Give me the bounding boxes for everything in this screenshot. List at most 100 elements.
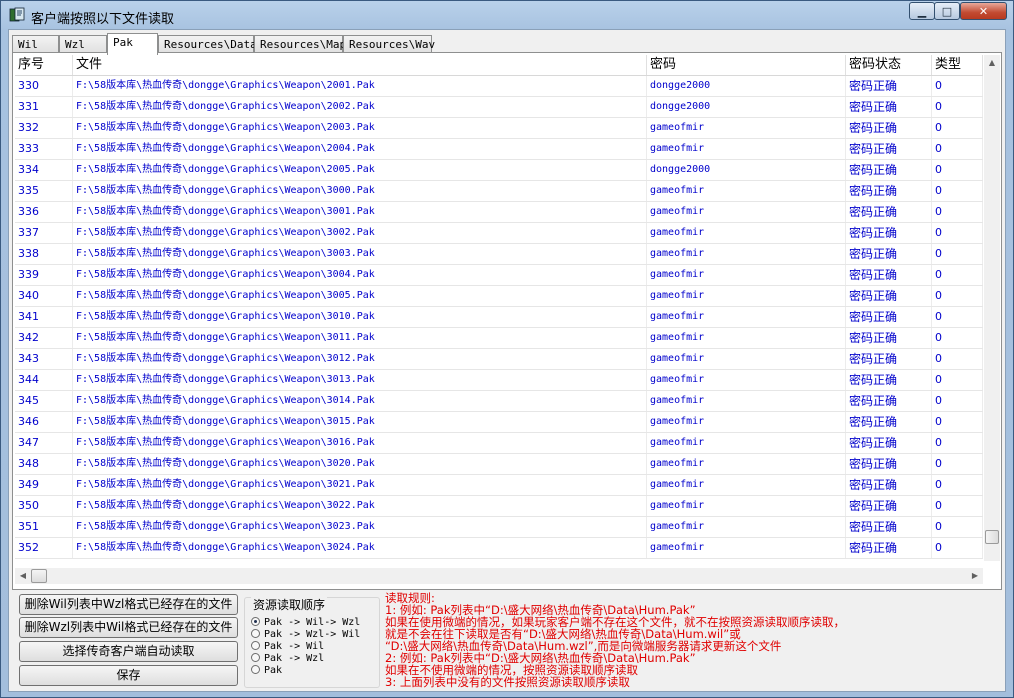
row-index: 330	[15, 76, 73, 96]
table-row[interactable]: 334 F:\58版本库\热血传奇\dongge\Graphics\Weapon\…	[15, 160, 983, 181]
column-header-type[interactable]: 类型	[932, 55, 983, 75]
row-type: 0	[932, 454, 983, 474]
scroll-left-arrow-icon[interactable]: ◀	[15, 568, 31, 584]
minimize-button[interactable]: ▁	[909, 2, 935, 20]
row-type: 0	[932, 286, 983, 306]
table-row[interactable]: 343 F:\58版本库\热血传奇\dongge\Graphics\Weapon\…	[15, 349, 983, 370]
radio-icon[interactable]	[251, 653, 260, 662]
order-option-pak-wzl[interactable]: Pak -> Wzl	[251, 653, 379, 665]
title-bar[interactable]: 客户端按照以下文件读取 ▁ □ ✕	[1, 1, 1013, 29]
radio-icon[interactable]	[251, 665, 260, 674]
radio-icon[interactable]	[251, 641, 260, 650]
row-file-path: F:\58版本库\热血传奇\dongge\Graphics\Weapon\200…	[73, 118, 647, 138]
column-header-index[interactable]: 序号	[15, 55, 73, 75]
table-row[interactable]: 348 F:\58版本库\热血传奇\dongge\Graphics\Weapon\…	[15, 454, 983, 475]
delete-wil-dupes-button[interactable]: 删除Wil列表中Wzl格式已经存在的文件	[19, 594, 238, 615]
table-row[interactable]: 346 F:\58版本库\热血传奇\dongge\Graphics\Weapon\…	[15, 412, 983, 433]
order-option-pak-wzl-wil[interactable]: Pak -> Wzl-> Wil	[251, 629, 379, 641]
tab-wil[interactable]: Wil	[12, 35, 59, 53]
table-row[interactable]: 337 F:\58版本库\热血传奇\dongge\Graphics\Weapon\…	[15, 223, 983, 244]
row-type: 0	[932, 202, 983, 222]
table-row[interactable]: 352 F:\58版本库\热血传奇\dongge\Graphics\Weapon\…	[15, 538, 983, 559]
row-file-path: F:\58版本库\热血传奇\dongge\Graphics\Weapon\302…	[73, 475, 647, 495]
row-index: 331	[15, 97, 73, 117]
table-row[interactable]: 349 F:\58版本库\热血传奇\dongge\Graphics\Weapon\…	[15, 475, 983, 496]
radio-selected-icon[interactable]	[251, 617, 260, 626]
row-password: gameofmir	[647, 496, 846, 516]
tab-pak[interactable]: Pak	[107, 33, 158, 55]
row-password-status: 密码正确	[846, 307, 932, 327]
table-row[interactable]: 339 F:\58版本库\热血传奇\dongge\Graphics\Weapon\…	[15, 265, 983, 286]
row-index: 345	[15, 391, 73, 411]
column-header-password[interactable]: 密码	[647, 55, 846, 75]
column-header-password-status[interactable]: 密码状态	[846, 55, 932, 75]
row-index: 352	[15, 538, 73, 558]
row-password: gameofmir	[647, 454, 846, 474]
tab-wzl[interactable]: Wzl	[59, 35, 107, 53]
row-index: 342	[15, 328, 73, 348]
table-row[interactable]: 335 F:\58版本库\热血传奇\dongge\Graphics\Weapon\…	[15, 181, 983, 202]
select-client-button[interactable]: 选择传奇客户端自动读取	[19, 641, 238, 662]
row-file-path: F:\58版本库\热血传奇\dongge\Graphics\Weapon\300…	[73, 265, 647, 285]
row-password-status: 密码正确	[846, 160, 932, 180]
row-password-status: 密码正确	[846, 370, 932, 390]
table-row[interactable]: 336 F:\58版本库\热血传奇\dongge\Graphics\Weapon\…	[15, 202, 983, 223]
row-file-path: F:\58版本库\热血传奇\dongge\Graphics\Weapon\300…	[73, 202, 647, 222]
table-row[interactable]: 347 F:\58版本库\热血传奇\dongge\Graphics\Weapon\…	[15, 433, 983, 454]
order-option-pak-wil-wzl[interactable]: Pak -> Wil-> Wzl	[251, 617, 379, 629]
table-row[interactable]: 332 F:\58版本库\热血传奇\dongge\Graphics\Weapon\…	[15, 118, 983, 139]
tab-resources-map[interactable]: Resources\Map	[254, 35, 346, 53]
order-option-pak[interactable]: Pak	[251, 665, 379, 677]
vertical-scrollbar[interactable]: ▲	[984, 55, 1000, 561]
order-option-pak-wil[interactable]: Pak -> Wil	[251, 641, 379, 653]
table-row[interactable]: 331 F:\58版本库\热血传奇\dongge\Graphics\Weapon\…	[15, 97, 983, 118]
row-index: 344	[15, 370, 73, 390]
row-password: gameofmir	[647, 328, 846, 348]
table-row[interactable]: 344 F:\58版本库\热血传奇\dongge\Graphics\Weapon\…	[15, 370, 983, 391]
table-row[interactable]: 330 F:\58版本库\热血传奇\dongge\Graphics\Weapon\…	[15, 76, 983, 97]
row-index: 336	[15, 202, 73, 222]
scroll-right-arrow-icon[interactable]: ▶	[967, 568, 983, 584]
row-type: 0	[932, 538, 983, 558]
row-password: gameofmir	[647, 412, 846, 432]
row-file-path: F:\58版本库\热血传奇\dongge\Graphics\Weapon\302…	[73, 517, 647, 537]
row-file-path: F:\58版本库\热血传奇\dongge\Graphics\Weapon\300…	[73, 181, 647, 201]
row-password-status: 密码正确	[846, 97, 932, 117]
row-type: 0	[932, 475, 983, 495]
scroll-up-arrow-icon[interactable]: ▲	[984, 55, 1000, 71]
maximize-button[interactable]: □	[934, 2, 960, 20]
file-list-table[interactable]: 序号 文件 密码 密码状态 类型 330 F:\58版本库\热血传奇\dongge…	[15, 55, 983, 561]
table-row[interactable]: 345 F:\58版本库\热血传奇\dongge\Graphics\Weapon\…	[15, 391, 983, 412]
table-row[interactable]: 350 F:\58版本库\热血传奇\dongge\Graphics\Weapon\…	[15, 496, 983, 517]
row-password: gameofmir	[647, 391, 846, 411]
radio-icon[interactable]	[251, 629, 260, 638]
table-row[interactable]: 338 F:\58版本库\热血传奇\dongge\Graphics\Weapon\…	[15, 244, 983, 265]
table-row[interactable]: 342 F:\58版本库\热血传奇\dongge\Graphics\Weapon\…	[15, 328, 983, 349]
rule-line: 3: 上面列表中没有的文件按照资源读取顺序读取	[385, 675, 630, 689]
row-index: 348	[15, 454, 73, 474]
tab-resources-wav[interactable]: Resources\Wav	[343, 35, 435, 53]
column-header-file[interactable]: 文件	[73, 55, 647, 75]
tab-resources-data[interactable]: Resources\Data	[158, 35, 257, 53]
row-password: gameofmir	[647, 307, 846, 327]
row-password: gameofmir	[647, 244, 846, 264]
row-file-path: F:\58版本库\热血传奇\dongge\Graphics\Weapon\302…	[73, 454, 647, 474]
row-password-status: 密码正确	[846, 244, 932, 264]
row-index: 340	[15, 286, 73, 306]
row-password-status: 密码正确	[846, 517, 932, 537]
close-button[interactable]: ✕	[960, 2, 1007, 20]
table-row[interactable]: 351 F:\58版本库\热血传奇\dongge\Graphics\Weapon\…	[15, 517, 983, 538]
table-row[interactable]: 333 F:\58版本库\热血传奇\dongge\Graphics\Weapon\…	[15, 139, 983, 160]
horizontal-scrollbar[interactable]: ◀ ▶	[15, 568, 983, 584]
row-password-status: 密码正确	[846, 76, 932, 96]
delete-wzl-dupes-button[interactable]: 删除Wzl列表中Wil格式已经存在的文件	[19, 617, 238, 638]
row-password-status: 密码正确	[846, 433, 932, 453]
table-row[interactable]: 341 F:\58版本库\热血传奇\dongge\Graphics\Weapon\…	[15, 307, 983, 328]
save-button[interactable]: 保存	[19, 665, 238, 686]
row-type: 0	[932, 244, 983, 264]
table-row[interactable]: 340 F:\58版本库\热血传奇\dongge\Graphics\Weapon\…	[15, 286, 983, 307]
vertical-scroll-thumb[interactable]	[985, 530, 999, 544]
horizontal-scroll-thumb[interactable]	[31, 569, 47, 583]
row-password: dongge2000	[647, 76, 846, 96]
row-file-path: F:\58版本库\热血传奇\dongge\Graphics\Weapon\301…	[73, 370, 647, 390]
